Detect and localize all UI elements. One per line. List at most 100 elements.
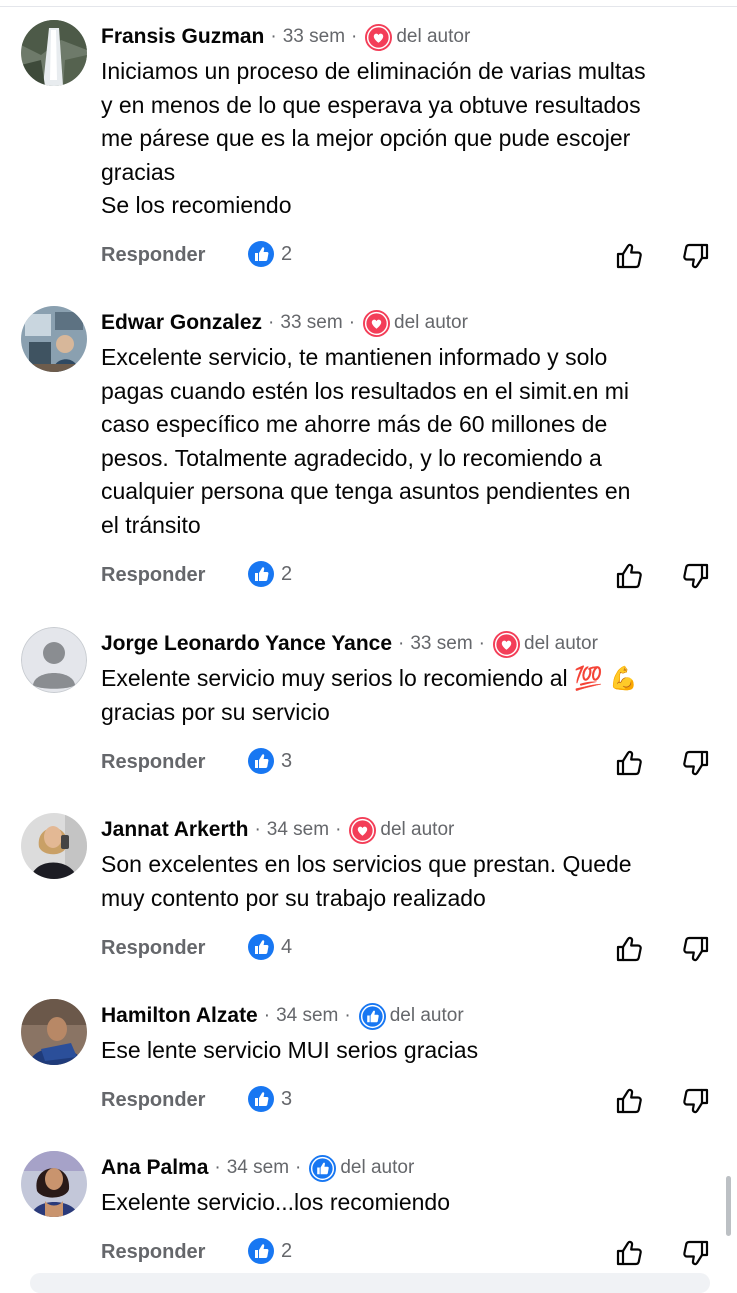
comment-line: gracias — [101, 158, 176, 185]
like-icon — [248, 241, 274, 267]
heart-icon — [363, 309, 391, 337]
comment-line: me párese que es la mejor opción que pud… — [101, 125, 631, 151]
comment-input-bar[interactable] — [30, 1273, 710, 1293]
author-reaction-label: del autor — [524, 633, 598, 654]
avatar-hamilton-alzate[interactable] — [21, 999, 87, 1065]
author-name[interactable]: Fransis Guzman — [101, 25, 264, 49]
like-count[interactable]: 2 — [247, 1237, 292, 1265]
thumbs-down-icon[interactable] — [680, 1237, 712, 1269]
author-reaction-label: del autor — [380, 819, 455, 840]
comment-text: Son excelentes en los servicios que pres… — [101, 848, 711, 915]
comment-text: Exelente servicio...los recomiendo — [101, 1186, 711, 1220]
comment-line: Exelente servicio...los recomiendo — [101, 1189, 450, 1215]
author-name[interactable]: Ana Palma — [101, 1156, 208, 1180]
separator-dot: · — [478, 633, 485, 654]
separator-dot: · — [398, 633, 405, 654]
thumbs-up-icon[interactable] — [613, 1085, 645, 1117]
thumbs-down-icon[interactable] — [680, 240, 712, 272]
separator-dot: · — [335, 819, 342, 840]
thumbs-up-icon[interactable] — [613, 747, 645, 779]
comment-header: Edwar Gonzalez · 33 sem · del autor — [101, 308, 468, 338]
like-count[interactable]: 3 — [247, 747, 292, 775]
avatar-ana-palma[interactable] — [21, 1151, 87, 1217]
comment-line: cualquier persona que tenga asuntos pend… — [101, 478, 631, 504]
timestamp[interactable]: 34 sem — [267, 819, 329, 841]
author-reaction-label: del autor — [340, 1157, 415, 1178]
separator-dot: · — [214, 1157, 221, 1178]
thumbs-up-icon[interactable] — [613, 933, 645, 965]
comment-line: Iniciamos un proceso de eliminación de v… — [101, 58, 646, 84]
comment-line: Se los recomiendo — [101, 192, 292, 218]
comment-header: Hamilton Alzate · 34 sem · del autor — [101, 1001, 464, 1031]
thumbs-down-icon[interactable] — [680, 560, 712, 592]
like-count[interactable]: 4 — [247, 933, 292, 961]
separator-dot: · — [351, 26, 358, 47]
like-count[interactable]: 3 — [247, 1085, 292, 1113]
reply-button[interactable]: Responder — [101, 937, 205, 960]
scrollbar[interactable] — [726, 1176, 731, 1236]
like-icon — [248, 1238, 274, 1264]
timestamp[interactable]: 33 sem — [283, 26, 345, 48]
reply-button[interactable]: Responder — [101, 1241, 205, 1264]
separator-dot: · — [263, 1005, 271, 1026]
like-count[interactable]: 2 — [247, 560, 292, 588]
author-reaction-label: del autor — [389, 1005, 464, 1026]
comment-header: Jorge Leonardo Yance Yance · 33 sem · de… — [101, 629, 598, 659]
like-icon — [358, 1002, 386, 1030]
timestamp[interactable]: 33 sem — [410, 633, 472, 655]
thumbs-up-icon[interactable] — [613, 240, 645, 272]
like-icon — [248, 561, 274, 587]
thumbs-up-icon[interactable] — [613, 560, 645, 592]
timestamp[interactable]: 34 sem — [276, 1005, 338, 1027]
timestamp[interactable]: 34 sem — [227, 1157, 289, 1179]
comment-actions: Responder 3 — [101, 1085, 721, 1119]
like-count-value: 4 — [281, 935, 293, 958]
like-count-value: 2 — [281, 1239, 293, 1262]
comment-line: el tránsito — [101, 511, 201, 538]
like-count[interactable]: 2 — [247, 240, 292, 268]
author-name[interactable]: Edwar Gonzalez — [101, 311, 262, 335]
like-count-value: 3 — [281, 749, 293, 772]
heart-icon — [349, 816, 377, 844]
avatar-fransis-guzman[interactable] — [21, 20, 87, 86]
timestamp[interactable]: 33 sem — [280, 312, 342, 334]
like-count-value: 2 — [281, 562, 293, 585]
comment-line: Excelente servicio, te mantienen informa… — [101, 344, 608, 370]
thumbs-down-icon[interactable] — [680, 747, 712, 779]
comment-actions: Responder 2 — [101, 560, 721, 594]
heart-icon — [493, 630, 520, 658]
like-icon — [309, 1154, 337, 1182]
comment-actions: Responder 3 — [101, 747, 721, 781]
like-icon — [248, 1086, 274, 1112]
reply-button[interactable]: Responder — [101, 244, 205, 267]
comment-header: Jannat Arkerth · 34 sem · del autor — [101, 815, 454, 845]
comment-actions: Responder 4 — [101, 933, 721, 967]
comment-line: Son excelentes en los servicios que pres… — [101, 851, 632, 877]
thumbs-down-icon[interactable] — [680, 1085, 712, 1117]
separator-dot: · — [268, 312, 275, 333]
author-name[interactable]: Jannat Arkerth — [101, 818, 248, 842]
avatar-jorge-leonardo-yance-yance[interactable] — [21, 627, 87, 693]
comment-header: Ana Palma · 34 sem · del autor — [101, 1153, 414, 1183]
author-name[interactable]: Jorge Leonardo Yance Yance — [101, 632, 392, 656]
reply-button[interactable]: Responder — [101, 1089, 205, 1112]
comment-line: Ese lente servicio MUI serios gracias — [101, 1037, 479, 1063]
comment-line: caso específico me ahorre más de 60 mill… — [101, 411, 608, 437]
reply-button[interactable]: Responder — [101, 751, 205, 774]
separator-dot: · — [270, 26, 277, 47]
like-icon — [248, 748, 274, 774]
thumbs-down-icon[interactable] — [680, 933, 712, 965]
author-reaction-label: del autor — [396, 26, 471, 47]
comment-text: Iniciamos un proceso de eliminación de v… — [101, 55, 711, 223]
avatar-edwar-gonzalez[interactable] — [21, 306, 87, 372]
author-name[interactable]: Hamilton Alzate — [101, 1004, 258, 1028]
avatar-jannat-arkerth[interactable] — [21, 813, 87, 879]
comment-line: Exelente servicio muy serios lo recomien… — [101, 665, 638, 691]
thumbs-up-icon[interactable] — [613, 1237, 645, 1269]
separator-dot: · — [344, 1005, 351, 1026]
comment-line: pesos. Totalmente agradecido, y lo recom… — [101, 444, 602, 471]
reply-button[interactable]: Responder — [101, 564, 205, 587]
comment-header: Fransis Guzman · 33 sem · del autor — [101, 22, 470, 52]
heart-icon — [365, 23, 393, 51]
like-icon — [248, 934, 274, 960]
